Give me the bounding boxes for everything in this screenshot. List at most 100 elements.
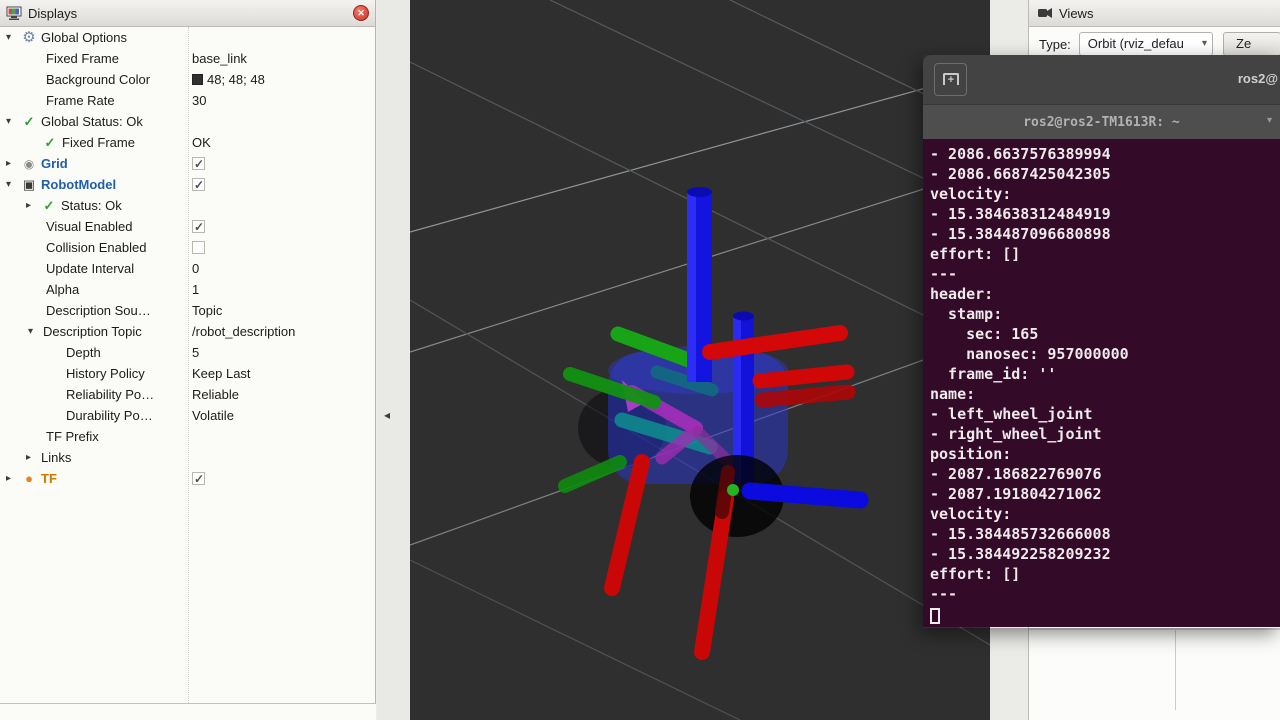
property-value-cell[interactable]: /robot_description xyxy=(192,321,373,342)
property-value-cell[interactable] xyxy=(192,468,373,489)
tree-row-description-sou-[interactable]: Description Sou…Topic xyxy=(0,300,375,321)
tree-row-collision-enabled[interactable]: Collision Enabled xyxy=(0,237,375,258)
property-value-cell[interactable] xyxy=(192,426,373,447)
property-value-cell[interactable]: Topic xyxy=(192,300,373,321)
property-name-cell: Alpha xyxy=(0,279,188,300)
property-label: Fixed Frame xyxy=(62,132,135,153)
tree-row-reliability-po-[interactable]: Reliability Po…Reliable xyxy=(0,384,375,405)
value-text: 5 xyxy=(192,342,199,363)
property-value-cell[interactable]: Reliable xyxy=(192,384,373,405)
tree-row-alpha[interactable]: Alpha1 xyxy=(0,279,375,300)
terminal-window[interactable]: + ros2@ ros2@ros2-TM1613R: ~ ▾ - 2086.66… xyxy=(923,55,1280,628)
tree-row-global-status-ok[interactable]: ▾Global Status: Ok xyxy=(0,111,375,132)
camera-icon xyxy=(1037,7,1053,19)
property-value-cell[interactable] xyxy=(192,111,373,132)
checkbox[interactable] xyxy=(192,220,205,233)
property-value-cell[interactable]: 30 xyxy=(192,90,373,111)
property-value-cell[interactable] xyxy=(192,174,373,195)
property-name-cell: Depth xyxy=(0,342,188,363)
close-icon[interactable]: ✕ xyxy=(353,5,369,21)
tab-dropdown-icon[interactable]: ▾ xyxy=(1267,115,1272,126)
expand-arrow-icon[interactable]: ▸ xyxy=(26,447,37,468)
property-name-cell: Update Interval xyxy=(0,258,188,279)
checkbox[interactable] xyxy=(192,241,205,254)
displays-header[interactable]: Displays ✕ xyxy=(0,0,375,27)
collapse-arrow-icon[interactable]: ▾ xyxy=(6,27,17,48)
property-name-cell: Reliability Po… xyxy=(0,384,188,405)
property-value-cell[interactable] xyxy=(192,237,373,258)
checkbox[interactable] xyxy=(192,157,205,170)
tree-row-robotmodel[interactable]: ▾RobotModel xyxy=(0,174,375,195)
property-value-cell[interactable] xyxy=(192,153,373,174)
terminal-line: - 15.384492258209232 xyxy=(930,544,1280,564)
tree-row-links[interactable]: ▸Links xyxy=(0,447,375,468)
value-text: Volatile xyxy=(192,405,234,426)
property-value-cell[interactable]: 1 xyxy=(192,279,373,300)
expand-arrow-icon[interactable]: ▸ xyxy=(26,195,37,216)
checkbox[interactable] xyxy=(192,472,205,485)
displays-panel-footer xyxy=(0,703,376,720)
property-value-cell[interactable] xyxy=(192,216,373,237)
property-name-cell: History Policy xyxy=(0,363,188,384)
property-value-cell[interactable] xyxy=(192,447,373,468)
terminal-tab-title[interactable]: ros2@ros2-TM1613R: ~ xyxy=(1023,115,1180,130)
property-value-cell[interactable]: 48; 48; 48 xyxy=(192,69,373,90)
terminal-line: header: xyxy=(930,284,1280,304)
collapse-arrow-icon[interactable]: ▾ xyxy=(28,321,39,342)
terminal-line: - left_wheel_joint xyxy=(930,404,1280,424)
property-value-cell[interactable]: Keep Last xyxy=(192,363,373,384)
zero-button[interactable]: Ze xyxy=(1223,32,1280,56)
collapse-left-icon[interactable]: ◂ xyxy=(384,408,390,422)
property-value-cell[interactable] xyxy=(192,195,373,216)
property-value-cell[interactable] xyxy=(192,27,373,48)
tree-row-status-ok[interactable]: ▸Status: Ok xyxy=(0,195,375,216)
value-text: 0 xyxy=(192,258,199,279)
gear-icon xyxy=(21,27,37,48)
property-value-cell[interactable]: Volatile xyxy=(192,405,373,426)
terminal-line: name: xyxy=(930,384,1280,404)
tree-row-visual-enabled[interactable]: Visual Enabled xyxy=(0,216,375,237)
panel-splitter[interactable]: ◂ xyxy=(377,0,410,720)
property-name-cell: ▾RobotModel xyxy=(0,174,188,195)
property-name-cell: ▸Links xyxy=(0,447,188,468)
views-header[interactable]: Views xyxy=(1029,0,1280,27)
view-type-combobox[interactable]: Orbit (rviz_defau ▾ xyxy=(1079,32,1213,56)
terminal-tab-bar[interactable]: ros2@ros2-TM1613R: ~ ▾ xyxy=(923,105,1280,139)
property-value-cell[interactable]: OK xyxy=(192,132,373,153)
tree-row-tf-prefix[interactable]: TF Prefix xyxy=(0,426,375,447)
property-name-cell: Description Sou… xyxy=(0,300,188,321)
tree-row-grid[interactable]: ▸ Grid xyxy=(0,153,375,174)
property-label: History Policy xyxy=(66,363,145,384)
3d-viewport[interactable] xyxy=(410,0,990,720)
tree-row-history-policy[interactable]: History Policy Keep Last xyxy=(0,363,375,384)
tree-row-depth[interactable]: Depth5 xyxy=(0,342,375,363)
tree-row-global-options[interactable]: ▾Global Options xyxy=(0,27,375,48)
checkbox[interactable] xyxy=(192,178,205,191)
property-value-cell[interactable]: 0 xyxy=(192,258,373,279)
property-value-cell[interactable]: base_link xyxy=(192,48,373,69)
expand-arrow-icon[interactable]: ▸ xyxy=(6,153,17,174)
expand-arrow-icon[interactable]: ▸ xyxy=(6,468,17,489)
new-tab-icon: + xyxy=(943,73,959,85)
collapse-arrow-icon[interactable]: ▾ xyxy=(6,174,17,195)
property-name-cell: ▸Status: Ok xyxy=(0,195,188,216)
tree-row-tf[interactable]: ▸TF xyxy=(0,468,375,489)
property-name-cell: ▾Global Options xyxy=(0,27,188,48)
terminal-cursor xyxy=(930,608,940,624)
tree-row-fixed-frame[interactable]: Fixed Frame OK xyxy=(0,132,375,153)
tree-row-description-topic[interactable]: ▾Description Topic/robot_description xyxy=(0,321,375,342)
tree-row-update-interval[interactable]: Update Interval0 xyxy=(0,258,375,279)
tree-row-durability-po-[interactable]: Durability Po… Volatile xyxy=(0,405,375,426)
terminal-content[interactable]: - 2086.6637576389994- 2086.6687425042305… xyxy=(923,139,1280,627)
tree-row-background-color[interactable]: Background Color48; 48; 48 xyxy=(0,69,375,90)
tree-row-frame-rate[interactable]: Frame Rate30 xyxy=(0,90,375,111)
property-value-cell[interactable]: 5 xyxy=(192,342,373,363)
tree-row-fixed-frame[interactable]: Fixed Framebase_link xyxy=(0,48,375,69)
property-label: Grid xyxy=(41,153,68,174)
terminal-line: velocity: xyxy=(930,184,1280,204)
collapse-arrow-icon[interactable]: ▾ xyxy=(6,111,17,132)
terminal-titlebar[interactable]: + ros2@ xyxy=(923,55,1280,105)
new-tab-button[interactable]: + xyxy=(934,63,967,96)
property-label: Durability Po… xyxy=(66,405,153,426)
terminal-line: - 15.384638312484919 xyxy=(930,204,1280,224)
